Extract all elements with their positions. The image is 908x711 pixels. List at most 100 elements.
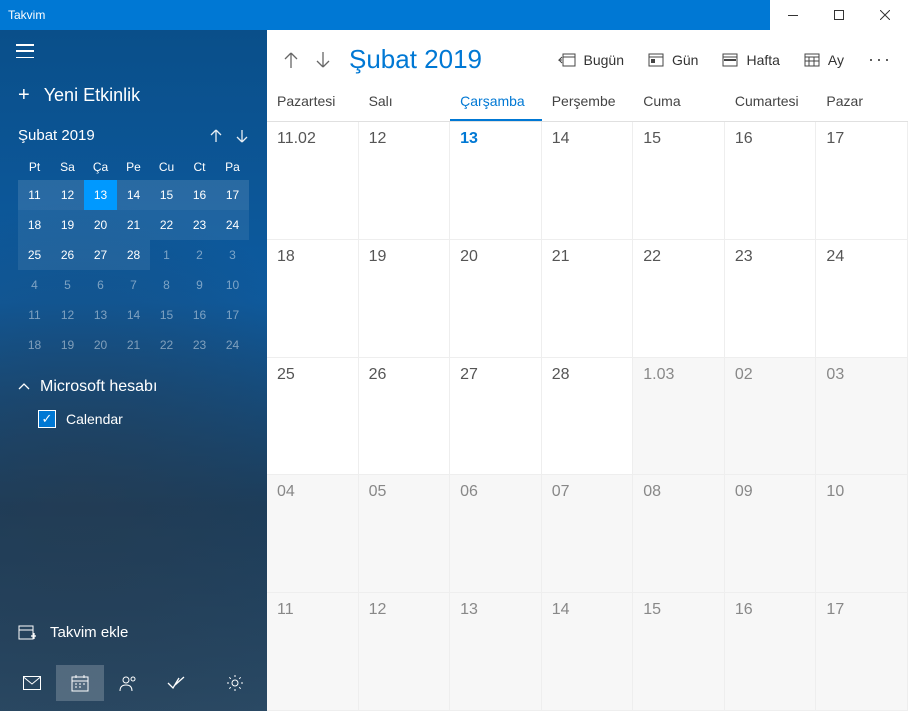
mini-cal-day[interactable]: 19 xyxy=(51,210,84,240)
day-cell[interactable]: 28 xyxy=(542,358,634,476)
mini-cal-day[interactable]: 3 xyxy=(216,240,249,270)
day-cell[interactable]: 19 xyxy=(359,240,451,358)
mini-cal-day[interactable]: 11 xyxy=(18,180,51,210)
mini-cal-day[interactable]: 15 xyxy=(150,180,183,210)
day-cell[interactable]: 24 xyxy=(816,240,908,358)
calendar-item[interactable]: ✓Calendar xyxy=(38,410,249,428)
mini-cal-day[interactable]: 16 xyxy=(183,300,216,330)
day-cell[interactable]: 25 xyxy=(267,358,359,476)
today-button[interactable]: Bugün xyxy=(558,52,624,68)
week-view-button[interactable]: Hafta xyxy=(722,52,779,68)
mini-cal-day[interactable]: 9 xyxy=(183,270,216,300)
day-cell[interactable]: 23 xyxy=(725,240,817,358)
mini-cal-day[interactable]: 18 xyxy=(18,330,51,360)
mini-cal-day[interactable]: 26 xyxy=(51,240,84,270)
mini-cal-day[interactable]: 14 xyxy=(117,180,150,210)
day-cell[interactable]: 15 xyxy=(633,122,725,240)
mini-cal-day[interactable]: 21 xyxy=(117,330,150,360)
day-cell[interactable]: 15 xyxy=(633,593,725,711)
minimize-button[interactable] xyxy=(770,0,816,30)
mini-cal-day[interactable]: 20 xyxy=(84,330,117,360)
next-month-button[interactable] xyxy=(315,50,331,70)
day-cell[interactable]: 09 xyxy=(725,475,817,593)
day-cell[interactable]: 21 xyxy=(542,240,634,358)
day-cell[interactable]: 03 xyxy=(816,358,908,476)
todo-button[interactable] xyxy=(152,665,200,701)
mini-cal-day[interactable]: 6 xyxy=(84,270,117,300)
mini-cal-day[interactable]: 23 xyxy=(183,330,216,360)
mini-cal-day[interactable]: 27 xyxy=(84,240,117,270)
mini-cal-day[interactable]: 24 xyxy=(216,330,249,360)
day-cell[interactable]: 1.03 xyxy=(633,358,725,476)
mini-cal-day[interactable]: 25 xyxy=(18,240,51,270)
mini-cal-day[interactable]: 19 xyxy=(51,330,84,360)
mini-cal-day[interactable]: 22 xyxy=(150,210,183,240)
day-view-button[interactable]: Gün xyxy=(648,52,698,68)
mini-cal-day[interactable]: 10 xyxy=(216,270,249,300)
mini-cal-prev-button[interactable] xyxy=(209,128,223,144)
mini-cal-day[interactable]: 13 xyxy=(84,300,117,330)
account-toggle[interactable]: Microsoft hesabı xyxy=(18,378,249,396)
day-cell[interactable]: 27 xyxy=(450,358,542,476)
day-cell[interactable]: 13 xyxy=(450,593,542,711)
people-button[interactable] xyxy=(104,665,152,701)
settings-button[interactable] xyxy=(211,665,259,701)
mini-cal-day[interactable]: 15 xyxy=(150,300,183,330)
mini-cal-day[interactable]: 11 xyxy=(18,300,51,330)
mail-button[interactable] xyxy=(8,665,56,701)
mini-cal-day[interactable]: 24 xyxy=(216,210,249,240)
mini-cal-day[interactable]: 5 xyxy=(51,270,84,300)
mini-cal-day[interactable]: 21 xyxy=(117,210,150,240)
mini-cal-day[interactable]: 18 xyxy=(18,210,51,240)
mini-cal-day[interactable]: 20 xyxy=(84,210,117,240)
day-cell[interactable]: 14 xyxy=(542,122,634,240)
mini-cal-day[interactable]: 7 xyxy=(117,270,150,300)
day-cell[interactable]: 12 xyxy=(359,593,451,711)
add-calendar-button[interactable]: Takvim ekle xyxy=(0,609,267,655)
day-cell[interactable]: 17 xyxy=(816,122,908,240)
day-cell[interactable]: 11.02 xyxy=(267,122,359,240)
day-cell[interactable]: 14 xyxy=(542,593,634,711)
close-button[interactable] xyxy=(862,0,908,30)
day-cell[interactable]: 20 xyxy=(450,240,542,358)
day-cell[interactable]: 12 xyxy=(359,122,451,240)
current-month-label[interactable]: Şubat 2019 xyxy=(349,44,482,75)
maximize-button[interactable] xyxy=(816,0,862,30)
hamburger-button[interactable] xyxy=(0,30,267,72)
month-view-button[interactable]: Ay xyxy=(804,52,844,68)
mini-cal-day[interactable]: 17 xyxy=(216,300,249,330)
calendar-checkbox[interactable]: ✓ xyxy=(38,410,56,428)
day-cell[interactable]: 13 xyxy=(450,122,542,240)
day-cell[interactable]: 17 xyxy=(816,593,908,711)
prev-month-button[interactable] xyxy=(283,50,299,70)
day-cell[interactable]: 08 xyxy=(633,475,725,593)
day-cell[interactable]: 18 xyxy=(267,240,359,358)
mini-cal-day[interactable]: 1 xyxy=(150,240,183,270)
day-cell[interactable]: 26 xyxy=(359,358,451,476)
mini-cal-day[interactable]: 14 xyxy=(117,300,150,330)
mini-cal-day[interactable]: 8 xyxy=(150,270,183,300)
mini-cal-day[interactable]: 12 xyxy=(51,180,84,210)
calendar-button[interactable] xyxy=(56,665,104,701)
mini-cal-day[interactable]: 12 xyxy=(51,300,84,330)
day-cell[interactable]: 07 xyxy=(542,475,634,593)
mini-cal-next-button[interactable] xyxy=(235,128,249,144)
day-cell[interactable]: 04 xyxy=(267,475,359,593)
day-cell[interactable]: 10 xyxy=(816,475,908,593)
mini-cal-day[interactable]: 2 xyxy=(183,240,216,270)
mini-cal-day[interactable]: 13 xyxy=(84,180,117,210)
mini-cal-day[interactable]: 28 xyxy=(117,240,150,270)
day-cell[interactable]: 16 xyxy=(725,593,817,711)
day-cell[interactable]: 05 xyxy=(359,475,451,593)
more-button[interactable]: ··· xyxy=(868,49,892,70)
mini-cal-day[interactable]: 4 xyxy=(18,270,51,300)
mini-cal-day[interactable]: 23 xyxy=(183,210,216,240)
new-event-button[interactable]: + Yeni Etkinlik xyxy=(0,72,267,119)
mini-cal-day[interactable]: 17 xyxy=(216,180,249,210)
mini-cal-day[interactable]: 16 xyxy=(183,180,216,210)
day-cell[interactable]: 22 xyxy=(633,240,725,358)
mini-cal-day[interactable]: 22 xyxy=(150,330,183,360)
day-cell[interactable]: 16 xyxy=(725,122,817,240)
day-cell[interactable]: 11 xyxy=(267,593,359,711)
day-cell[interactable]: 06 xyxy=(450,475,542,593)
